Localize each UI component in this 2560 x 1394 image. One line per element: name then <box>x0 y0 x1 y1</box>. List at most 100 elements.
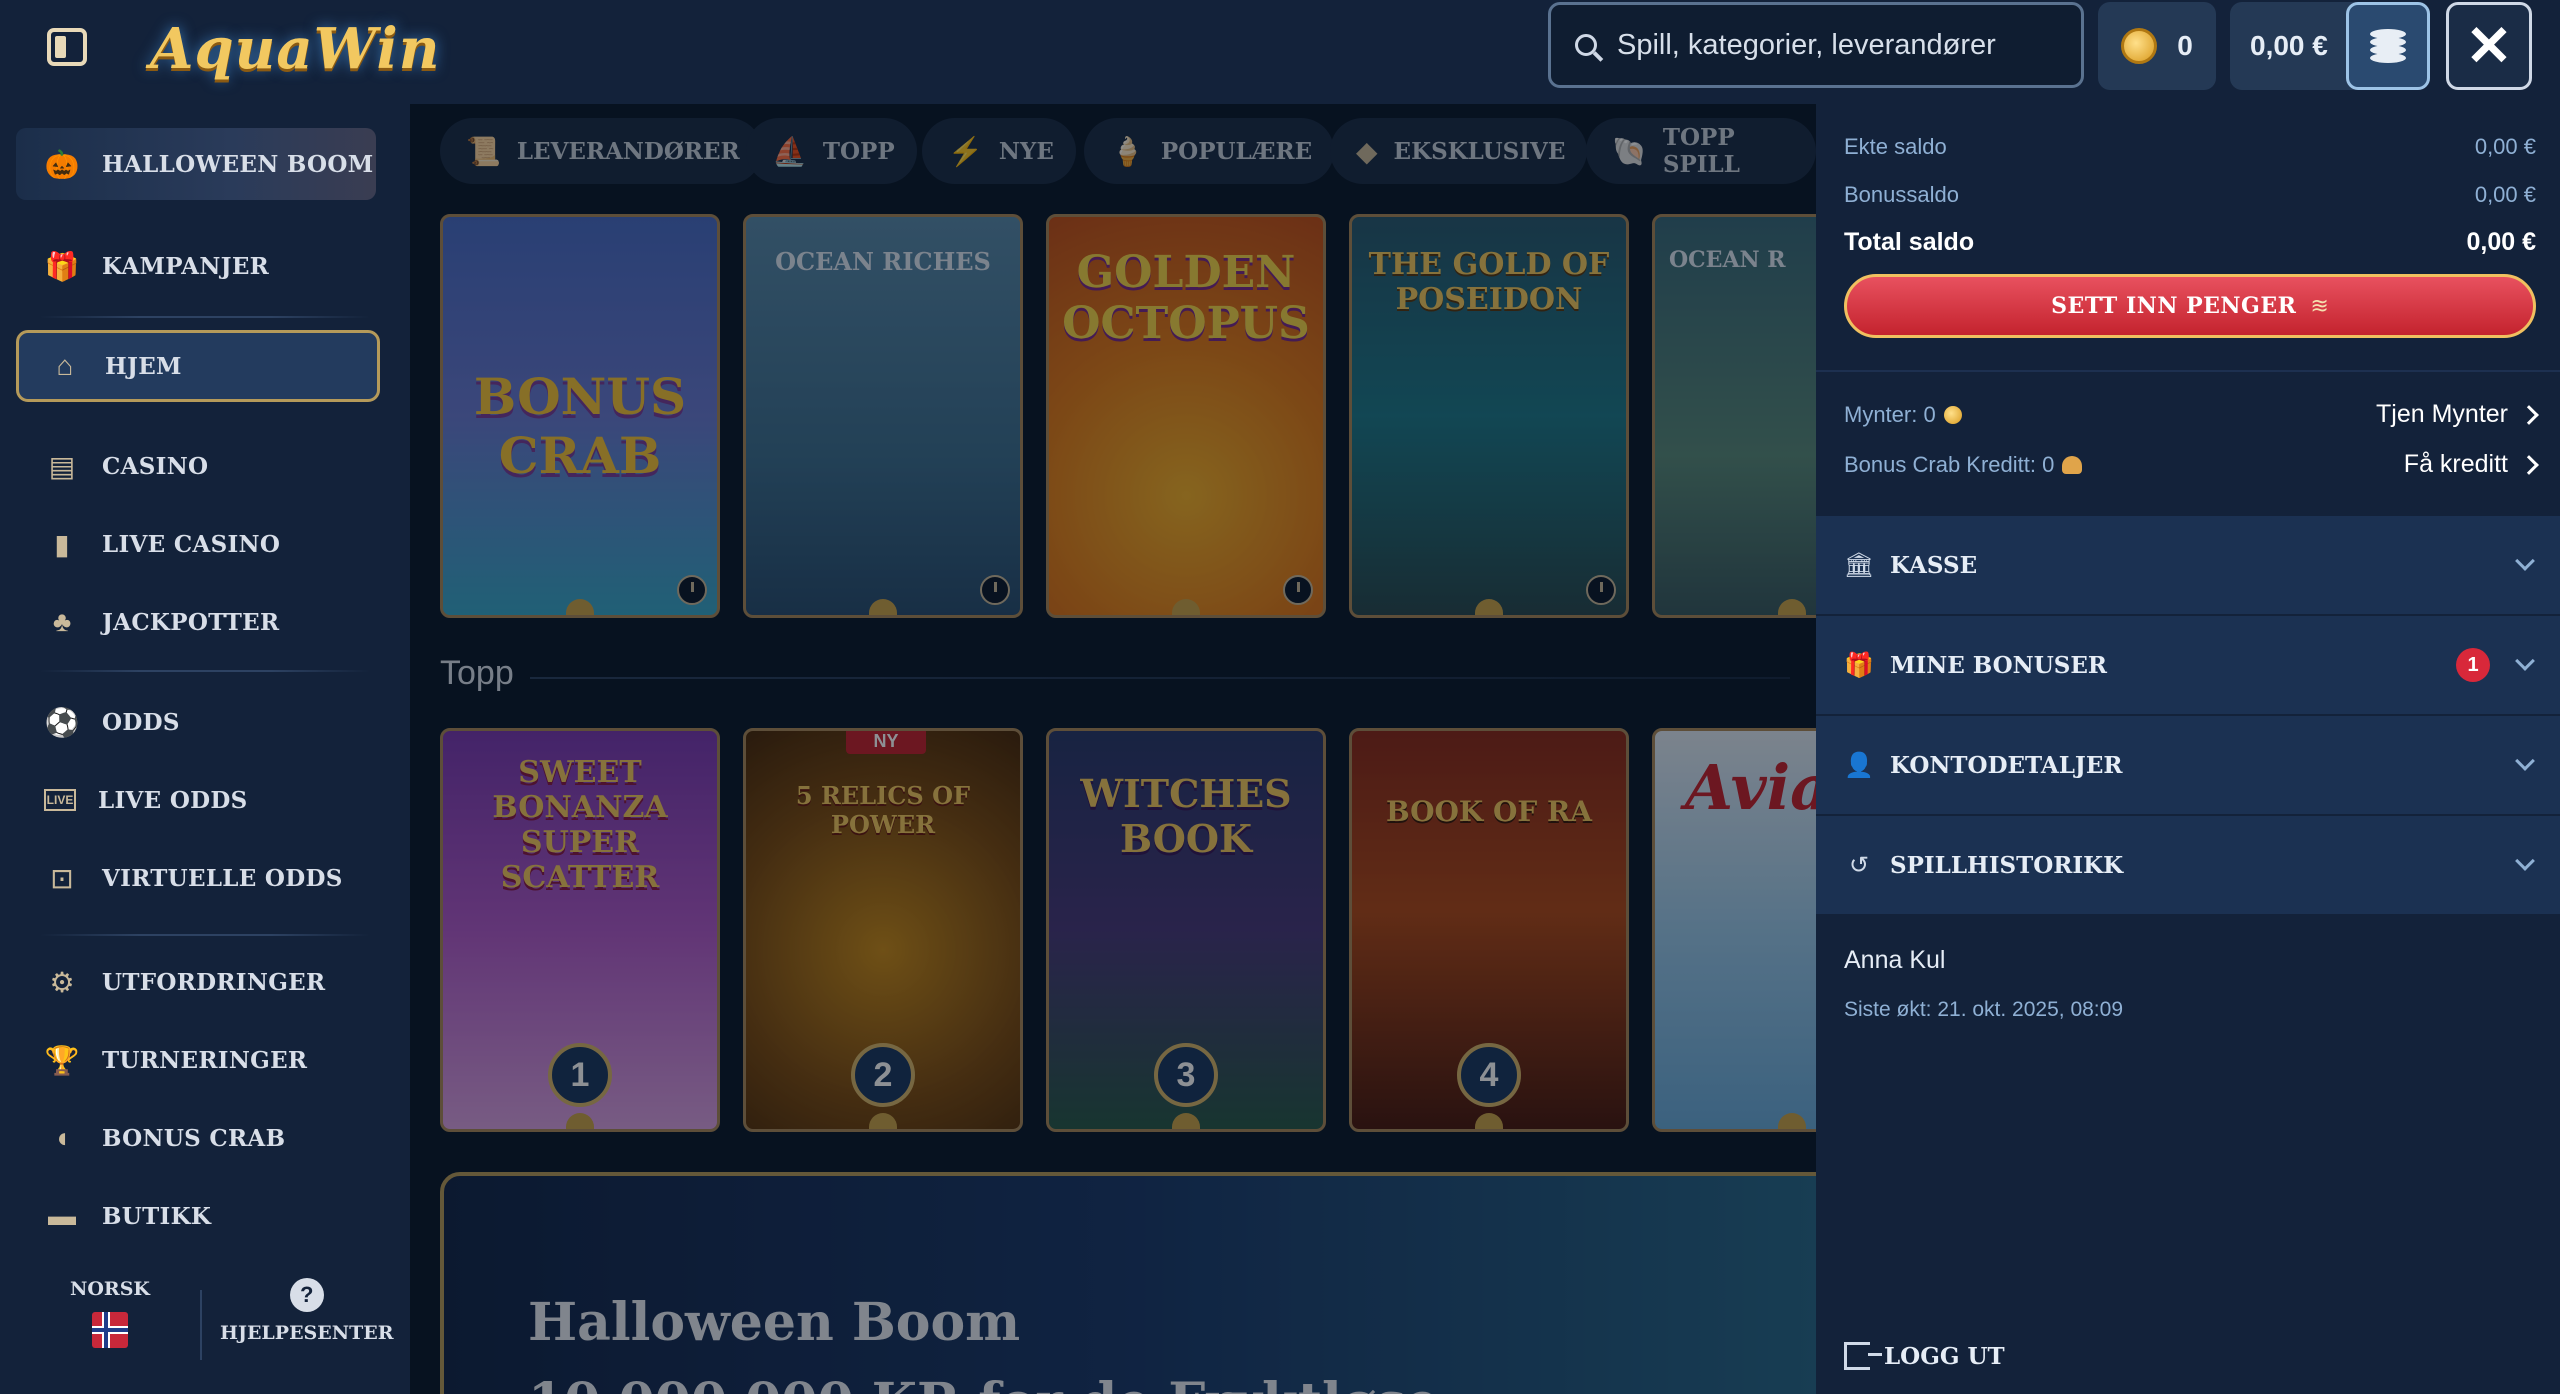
sidebar-item-hjem[interactable]: ⌂ HJEM <box>16 330 380 402</box>
sidebar-item-turneringer[interactable]: 🏆 TURNERINGER <box>16 1024 380 1096</box>
chip-topp[interactable]: ⛵ TOPP <box>746 118 917 184</box>
logout-button[interactable]: LOGG UT <box>1844 1342 2005 1370</box>
chip-label: POPULÆRE <box>1160 137 1313 165</box>
deposit-button[interactable]: SETT INN PENGER ≋ <box>1844 274 2536 338</box>
sidebar-toggle-icon <box>47 28 87 66</box>
game-card-ocean-riches[interactable]: OCEAN RICHES <box>743 214 1023 618</box>
game-title: SWEET BONANZA SUPER SCATTER <box>492 755 668 895</box>
sidebar-item-label: KAMPANJER <box>102 252 270 280</box>
game-card-gold-of-poseidon[interactable]: THE GOLD OF POSEIDON <box>1349 214 1629 618</box>
real-balance-row: Ekte saldo 0,00 € <box>1844 134 2536 160</box>
game-title: Avia <box>1685 751 1816 824</box>
coin-stack-icon: ≋ <box>2310 293 2329 318</box>
language-label: NORSK <box>70 1278 150 1300</box>
soccer-ball-icon: ⚽ <box>44 706 80 738</box>
sidebar-item-casino[interactable]: ▤ CASINO <box>16 430 380 502</box>
close-panel-button[interactable]: ✕ <box>2446 2 2532 90</box>
game-title: BOOK OF RA <box>1385 795 1593 828</box>
sidebar-item-label: BONUS CRAB <box>102 1124 286 1152</box>
sidebar-toggle-button[interactable] <box>44 24 90 70</box>
chip-leverandorer[interactable]: 📜 LEVERANDØRER <box>440 118 762 184</box>
game-card-aviator[interactable]: Avia 5 <box>1652 728 1816 1132</box>
chevron-right-icon <box>2519 454 2539 475</box>
crab-credit-label: Bonus Crab Kreditt: 0 <box>1844 451 2055 477</box>
crab-claw-icon <box>2062 455 2083 474</box>
accordion-spillhistorikk[interactable]: ↺ SPILLHISTORIKK <box>1816 816 2560 914</box>
section-title-topp[interactable]: Topp <box>440 654 514 693</box>
sidebar-item-butikk[interactable]: ▬ BUTIKK <box>16 1180 380 1252</box>
total-balance-value: 0,00 € <box>2466 228 2536 256</box>
accordion-mine-bonuser[interactable]: 🎁 MINE BONUSER 1 <box>1816 616 2560 714</box>
chip-topp-spill[interactable]: 🐚 TOPP SPILL <box>1586 118 1816 184</box>
accordion-kasse[interactable]: 🏛 KASSE <box>1816 516 2560 614</box>
shell-icon <box>869 599 897 615</box>
sidebar-divider <box>40 670 370 672</box>
coins-count: 0 <box>2177 30 2193 61</box>
account-panel: Ekte saldo 0,00 € Bonussaldo 0,00 € Tota… <box>1816 104 2560 1394</box>
halloween-banner[interactable]: Halloween Boom 10 000 000 KR for de Fryk… <box>440 1172 1816 1394</box>
chip-eksklusive[interactable]: ◆ EKSKLUSIVE <box>1330 118 1588 184</box>
chip-populaere[interactable]: 🍦 POPULÆRE <box>1084 118 1335 184</box>
user-icon: 👤 <box>1844 751 1874 779</box>
game-card-witches-book[interactable]: WITCHES BOOK 3 <box>1046 728 1326 1132</box>
chevron-down-icon <box>2515 851 2535 871</box>
earn-coins-link[interactable]: Tjen Mynter <box>2376 400 2539 429</box>
shell-icon <box>869 1113 897 1129</box>
game-card-golden-octopus[interactable]: GOLDEN OCTOPUS <box>1046 214 1326 618</box>
rank-badge: 3 <box>1154 1043 1218 1107</box>
sidebar-item-live-odds[interactable]: LIVE LIVE ODDS <box>16 764 380 836</box>
deposit-coins-button[interactable] <box>2346 2 2430 90</box>
sidebar-divider <box>40 934 370 936</box>
balance-value: 0,00 € <box>2250 30 2328 61</box>
game-card-sweet-bonanza[interactable]: SWEET BONANZA SUPER SCATTER 1 <box>440 728 720 1132</box>
chip-label: TOPP <box>822 137 895 165</box>
real-balance-value: 0,00 € <box>2474 134 2536 159</box>
chevron-down-icon <box>2515 551 2535 571</box>
search-input[interactable]: Spill, kategorier, leverandører <box>1548 2 2084 88</box>
sidebar-item-label: BUTIKK <box>102 1202 212 1230</box>
brand-logo[interactable]: AquaWin <box>150 16 441 82</box>
crab-claw-icon: ◖ <box>53 1122 71 1153</box>
get-credit-link[interactable]: Få kreditt <box>2404 450 2539 479</box>
section-divider <box>530 677 1790 679</box>
chip-nye[interactable]: ⚡ NYE <box>922 118 1076 184</box>
help-label: HJELPESENTER <box>220 1322 394 1344</box>
chip-label: NYE <box>998 137 1054 165</box>
sidebar-item-bonus-crab[interactable]: ◖ BONUS CRAB <box>16 1102 380 1174</box>
coin-icon <box>1943 405 1962 424</box>
shell-icon: 🐚 <box>1612 135 1647 167</box>
help-center-link[interactable]: ? HJELPESENTER <box>220 1278 394 1344</box>
live-icon: LIVE <box>44 789 76 811</box>
game-title: THE GOLD OF POSEIDON <box>1368 247 1610 317</box>
crab-credit-info: Bonus Crab Kreditt: 0 <box>1844 451 2083 478</box>
sidebar-item-jackpotter[interactable]: ♣ JACKPOTTER <box>16 586 380 658</box>
sidebar-item-live-casino[interactable]: ▮ LIVE CASINO <box>16 508 380 580</box>
sidebar-item-kampanjer[interactable]: 🎁 KAMPANJER <box>16 230 380 302</box>
coins-info: Mynter: 0 <box>1844 402 1962 428</box>
sidebar-item-halloween-boom[interactable]: 🎃 HALLOWEEN BOOM <box>16 128 376 200</box>
shop-basket-icon: ▬ <box>48 1200 76 1231</box>
game-title: WITCHES BOOK <box>1080 771 1292 861</box>
sidebar-item-label: VIRTUELLE ODDS <box>102 864 343 892</box>
game-card-bonus-crab[interactable]: BONUS CRAB <box>440 214 720 618</box>
rank-badge: 2 <box>851 1043 915 1107</box>
game-title: OCEAN R <box>1669 247 1786 273</box>
app-root: AquaWin Spill, kategorier, leverandører … <box>0 0 2560 1394</box>
game-card-book-of-ra[interactable]: BOOK OF RA 4 <box>1349 728 1629 1132</box>
sidebar-item-label: LIVE ODDS <box>98 786 248 814</box>
chip-label: LEVERANDØRER <box>516 137 740 165</box>
new-badge: NY <box>846 731 926 754</box>
accordion-kontodetaljer[interactable]: 👤 KONTODETALJER <box>1816 716 2560 814</box>
sidebar-item-label: HJEM <box>105 352 182 380</box>
accordion-label: KASSE <box>1890 551 1978 579</box>
gift-icon: 🎁 <box>44 250 80 282</box>
coins-pill[interactable]: 0 <box>2098 2 2216 90</box>
sidebar-item-odds[interactable]: ⚽ ODDS <box>16 686 380 758</box>
sidebar-item-virtuelle-odds[interactable]: ⊡ VIRTUELLE ODDS <box>16 842 380 914</box>
game-card-ocean-r[interactable]: OCEAN R <box>1652 214 1816 618</box>
total-balance-label: Total saldo <box>1844 228 1975 256</box>
sidebar-item-utfordringer[interactable]: ⚙ UTFORDRINGER <box>16 946 380 1018</box>
game-card-5-relics[interactable]: NY 5 RELICS OF POWER 2 <box>743 728 1023 1132</box>
language-selector[interactable]: NORSK <box>70 1278 150 1348</box>
shell-icon <box>1172 1113 1200 1129</box>
